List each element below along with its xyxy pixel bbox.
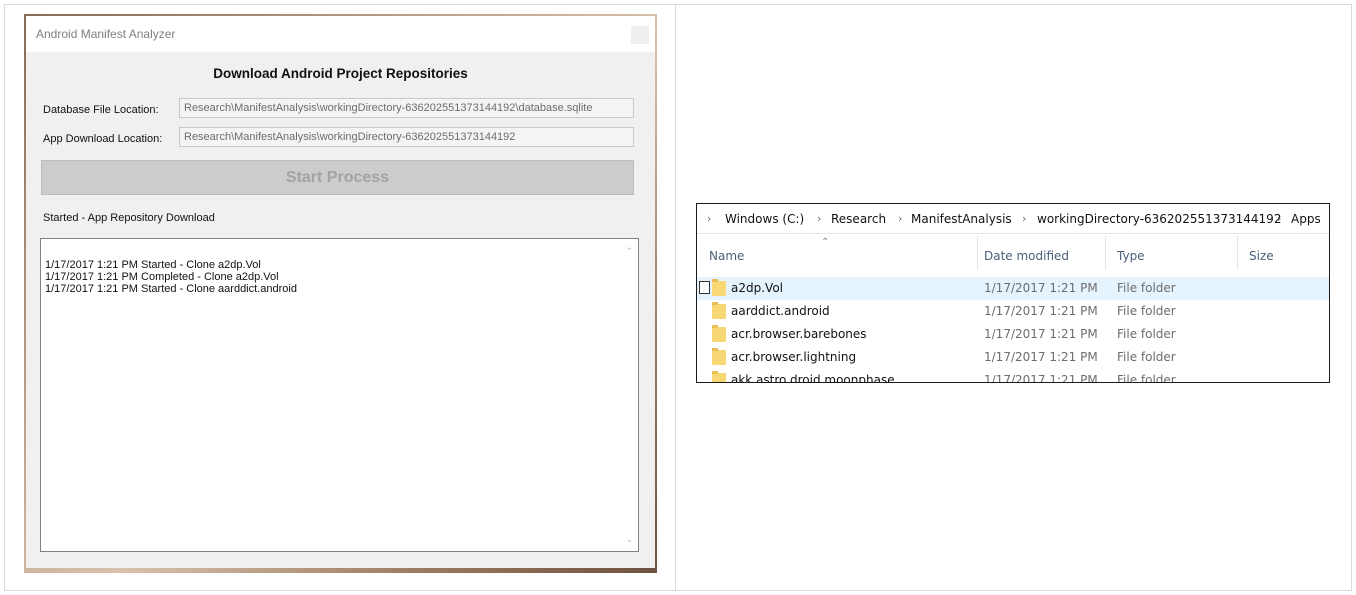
column-header-date[interactable]: Date modified [984, 249, 1069, 263]
log-lines: 1/17/2017 1:21 PM Started - Clone a2dp.V… [45, 259, 297, 295]
log-scrollbar[interactable]: ⌃ ⌄ [621, 239, 638, 551]
page-title: Download Android Project Repositories [213, 66, 468, 81]
sort-up-icon: ⌃ [821, 237, 830, 248]
breadcrumb-item[interactable]: Windows (C:) [725, 212, 804, 226]
title-bar[interactable]: Android Manifest Analyzer [26, 16, 655, 52]
log-line: 1/17/2017 1:21 PM Started - Clone a2dp.V… [45, 259, 261, 271]
file-explorer: › Windows (C:) › Research › ManifestAnal… [696, 203, 1330, 383]
row-name: a2dp.Vol [731, 281, 783, 295]
breadcrumb-item[interactable]: Apps [1291, 212, 1321, 226]
column-header-type[interactable]: Type [1117, 249, 1145, 263]
database-location-field[interactable]: Research\ManifestAnalysis\workingDirecto… [179, 98, 634, 118]
table-row[interactable]: akk.astro.droid.moonphase 1/17/2017 1:21… [697, 369, 1329, 383]
breadcrumb: › Windows (C:) › Research › ManifestAnal… [697, 204, 1329, 234]
row-date: 1/17/2017 1:21 PM [984, 304, 1098, 318]
database-location-label: Database File Location: [43, 104, 159, 116]
row-date: 1/17/2017 1:21 PM [984, 350, 1098, 364]
column-header-size[interactable]: Size [1249, 249, 1274, 263]
folder-icon [712, 371, 726, 382]
status-text: Started - App Repository Download [43, 212, 215, 224]
folder-icon [712, 302, 726, 319]
row-type: File folder [1117, 350, 1176, 364]
column-divider[interactable] [1105, 236, 1106, 270]
row-name: akk.astro.droid.moonphase [731, 373, 895, 383]
row-date: 1/17/2017 1:21 PM [984, 327, 1098, 341]
folder-icon [712, 279, 726, 296]
window-title: Android Manifest Analyzer [36, 27, 176, 41]
chevron-right-icon: › [1022, 212, 1027, 225]
breadcrumb-item[interactable]: workingDirectory-636202551373144192 [1037, 212, 1281, 226]
folder-icon [712, 348, 726, 365]
chevron-right-icon: › [1277, 212, 1282, 225]
scroll-down-icon[interactable]: ⌄ [625, 535, 634, 544]
breadcrumb-item[interactable]: Research [831, 212, 886, 226]
log-textarea[interactable]: 1/17/2017 1:21 PM Started - Clone a2dp.V… [40, 238, 639, 552]
row-checkbox[interactable] [699, 281, 710, 294]
table-row[interactable]: aarddict.android 1/17/2017 1:21 PM File … [697, 300, 1329, 323]
log-line: 1/17/2017 1:21 PM Completed - Clone a2dp… [45, 271, 279, 283]
row-name: acr.browser.lightning [731, 350, 857, 364]
row-name: aarddict.android [731, 304, 830, 318]
breadcrumb-item[interactable]: ManifestAnalysis [911, 212, 1012, 226]
table-row[interactable]: acr.browser.barebones 1/17/2017 1:21 PM … [697, 323, 1329, 346]
folder-icon [712, 325, 726, 342]
start-process-button[interactable]: Start Process [41, 160, 634, 195]
download-location-label: App Download Location: [43, 133, 163, 145]
row-type: File folder [1117, 304, 1176, 318]
row-type: File folder [1117, 281, 1176, 295]
download-location-field[interactable]: Research\ManifestAnalysis\workingDirecto… [179, 127, 634, 147]
table-row[interactable]: acr.browser.lightning 1/17/2017 1:21 PM … [697, 346, 1329, 369]
chevron-right-icon: › [817, 212, 822, 225]
row-date: 1/17/2017 1:21 PM [984, 373, 1098, 383]
column-header-name[interactable]: Name [709, 249, 744, 263]
chevron-right-icon: › [707, 212, 712, 225]
table-row[interactable]: a2dp.Vol 1/17/2017 1:21 PM File folder [697, 277, 1329, 300]
row-date: 1/17/2017 1:21 PM [984, 281, 1098, 295]
close-button[interactable] [631, 26, 649, 44]
log-line: 1/17/2017 1:21 PM Started - Clone aarddi… [45, 283, 297, 295]
row-type: File folder [1117, 327, 1176, 341]
column-divider[interactable] [977, 236, 978, 270]
chevron-right-icon: › [898, 212, 903, 225]
column-divider[interactable] [1237, 236, 1238, 270]
row-name: acr.browser.barebones [731, 327, 867, 341]
scroll-up-icon[interactable]: ⌃ [625, 247, 634, 256]
analyzer-window: Android Manifest Analyzer Download Andro… [26, 16, 655, 568]
row-type: File folder [1117, 373, 1176, 383]
